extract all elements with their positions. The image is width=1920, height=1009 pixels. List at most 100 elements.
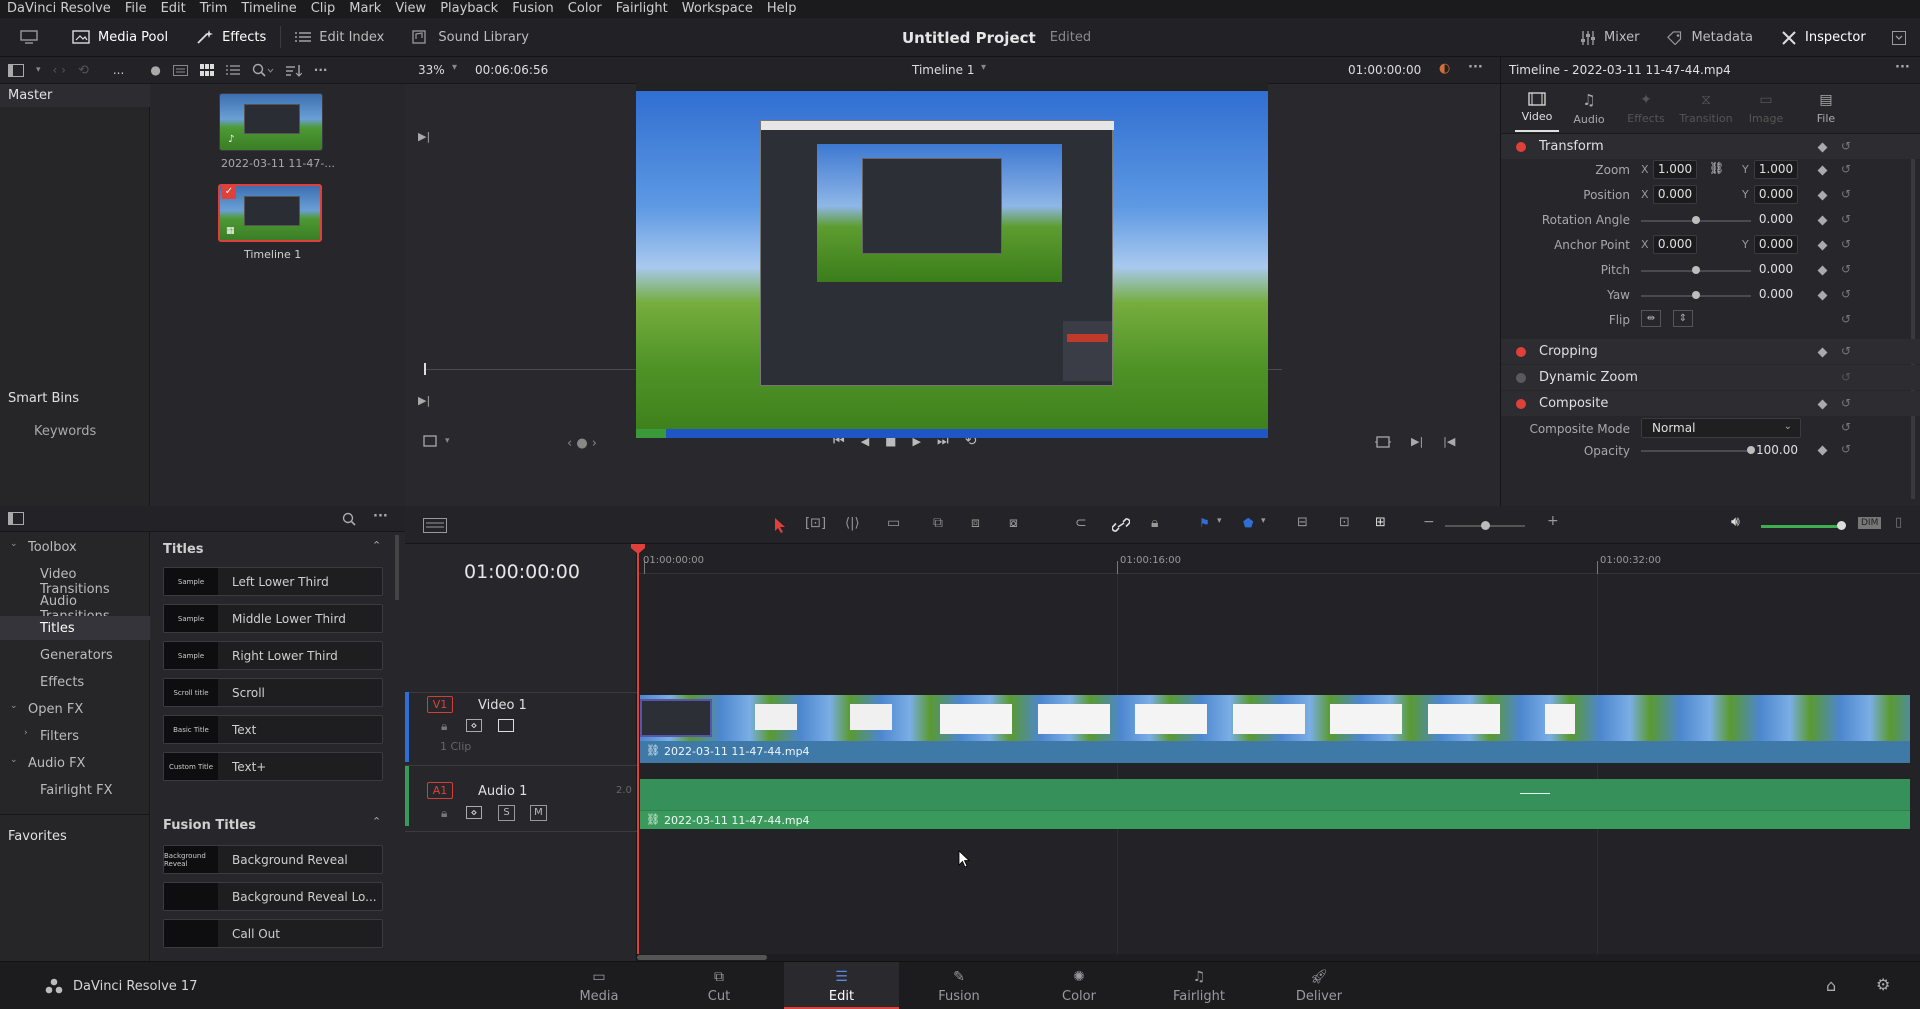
a1-destination-button[interactable]: A1 [427, 782, 453, 799]
volume-slider[interactable] [1761, 525, 1845, 528]
composite-reset-icon[interactable]: ↺ [1841, 396, 1851, 410]
timeline-view-options-icon[interactable] [423, 518, 447, 533]
page-color[interactable]: ✺ Color [1024, 962, 1134, 1009]
zoom-y-field[interactable]: 1.000 [1754, 160, 1798, 179]
anchor-keyframe-icon[interactable] [1817, 240, 1828, 251]
sort-icon[interactable] [285, 64, 302, 77]
favorites-header[interactable]: Favorites [8, 829, 67, 844]
sidebar-toggle-icon[interactable] [8, 63, 24, 77]
menu-edit[interactable]: Edit [154, 0, 193, 18]
menu-mark[interactable]: Mark [342, 0, 388, 18]
sound-library-button[interactable]: Sound Library [398, 18, 543, 57]
mute-button[interactable]: M [530, 805, 547, 821]
effects-search-icon[interactable] [342, 512, 356, 526]
yaw-keyframe-icon[interactable] [1817, 290, 1828, 301]
cropping-enable-toggle[interactable] [1516, 346, 1526, 357]
auto-select-audio-icon[interactable]: ⋄ [466, 806, 482, 819]
menu-clip[interactable]: Clip [304, 0, 343, 18]
title-item[interactable]: Scroll title Scroll [163, 678, 383, 707]
fusion-title-item[interactable]: Call Out [163, 919, 383, 948]
back-arrow-icon[interactable]: ‹ › [53, 63, 66, 77]
pitch-slider-knob[interactable] [1692, 266, 1700, 274]
trim-edit-icon[interactable]: [⊡] [805, 516, 826, 531]
anchor-reset-icon[interactable]: ↺ [1841, 237, 1851, 251]
marker-icon[interactable]: ⬟ [1243, 516, 1253, 530]
tab-video[interactable]: Video [1515, 84, 1559, 132]
track-visibility-icon[interactable] [498, 719, 514, 732]
audio-meter-icon[interactable]: ▯ [1895, 515, 1902, 530]
pitch-field[interactable]: 0.000 [1754, 260, 1798, 279]
title-item[interactable]: Sample Middle Lower Third [163, 604, 383, 633]
pitch-reset-icon[interactable]: ↺ [1841, 262, 1851, 276]
timeline-scrollbar[interactable] [637, 955, 767, 960]
prev-edit-icon[interactable]: |◀ [1443, 435, 1455, 448]
match-frame-icon[interactable] [1375, 435, 1391, 448]
fusion-collapse-chevron-icon[interactable]: ⌃ [372, 815, 381, 828]
viewer-more-icon[interactable]: ··· [1468, 60, 1483, 75]
page-deliver[interactable]: 🚀︎ Deliver [1264, 962, 1374, 1009]
chevron-down-icon[interactable]: ▾ [36, 65, 41, 75]
menu-workspace[interactable]: Workspace [675, 0, 760, 18]
yaw-field[interactable]: 0.000 [1754, 285, 1798, 304]
jump-end-icon[interactable]: ▶| [418, 394, 430, 407]
title-item[interactable]: Sample Right Lower Third [163, 641, 383, 670]
flip-reset-icon[interactable]: ↺ [1841, 312, 1851, 326]
tab-file[interactable]: ▤ File [1801, 84, 1851, 132]
inspector-button[interactable]: Inspector [1767, 18, 1880, 57]
composite-enable-toggle[interactable] [1516, 398, 1526, 409]
dynamic-zoom-section-header[interactable]: Dynamic Zoom [1501, 365, 1920, 390]
effects-more-icon[interactable]: ··· [373, 509, 388, 524]
flag-chevron-icon[interactable]: ▾ [1217, 516, 1222, 526]
next-edit-icon[interactable]: ▶| [1411, 435, 1423, 448]
color-sync-icon[interactable]: ◐ [1439, 61, 1450, 76]
menu-file[interactable]: File [118, 0, 154, 18]
tab-effects[interactable]: ✦ Effects [1621, 84, 1671, 132]
yaw-slider-knob[interactable] [1692, 291, 1700, 299]
composite-mode-reset-icon[interactable]: ↺ [1841, 420, 1851, 434]
snapping-icon[interactable]: ⊂ [1075, 515, 1087, 531]
bin-master[interactable]: Master [0, 84, 150, 107]
lock-audio-track-icon[interactable]: 🔒︎ [441, 806, 447, 821]
tab-audio[interactable]: ♫ Audio [1567, 84, 1611, 132]
search-icon[interactable] [252, 63, 274, 77]
speaker-icon[interactable]: 🔊︎ [1731, 514, 1740, 530]
zoom-chevron-icon[interactable]: ▾ [452, 62, 457, 73]
rotation-reset-icon[interactable]: ↺ [1841, 212, 1851, 226]
metadata-button[interactable]: Metadata [1653, 18, 1767, 57]
viewer-frame[interactable] [636, 82, 1268, 438]
smart-bin-keywords[interactable]: Keywords [34, 424, 96, 439]
menu-playback[interactable]: Playback [433, 0, 505, 18]
menu-color[interactable]: Color [561, 0, 609, 18]
opacity-slider[interactable] [1641, 450, 1751, 452]
workspace-layout-button[interactable] [0, 18, 58, 57]
playhead-marker-icon[interactable] [631, 544, 645, 554]
dim-button[interactable]: DIM [1858, 517, 1882, 529]
auto-select-icon[interactable]: ⋄ [466, 719, 482, 732]
home-icon[interactable]: ⌂ [1826, 976, 1836, 995]
tab-image[interactable]: ▭ Image [1741, 84, 1791, 132]
dynamic-zoom-enable-toggle[interactable] [1516, 372, 1526, 383]
position-x-field[interactable]: 0.000 [1653, 185, 1697, 204]
selection-pointer-icon[interactable] [773, 517, 787, 533]
lock-track-icon[interactable]: 🔒︎ [441, 719, 447, 734]
inspector-more-icon[interactable]: ··· [1895, 60, 1910, 75]
page-fairlight[interactable]: ♫ Fairlight [1144, 962, 1254, 1009]
tree-toolbox[interactable]: Toolbox [28, 540, 77, 555]
timeline-thumbnail[interactable]: ✓ ▦ [218, 184, 322, 242]
flip-vertical-button[interactable]: ⇕ [1673, 310, 1693, 327]
page-fusion[interactable]: ✎ Fusion [904, 962, 1014, 1009]
marker-chevron-icon[interactable]: ▾ [1261, 516, 1266, 526]
yaw-reset-icon[interactable]: ↺ [1841, 287, 1851, 301]
menu-timeline[interactable]: Timeline [234, 0, 303, 18]
anchor-x-field[interactable]: 0.000 [1653, 235, 1697, 254]
blade-edit-icon[interactable]: ▭ [887, 515, 900, 531]
toolbox-chevron-icon[interactable]: ⌄ [10, 539, 18, 549]
position-reset-icon[interactable]: ↺ [1841, 187, 1851, 201]
zoom-full-icon[interactable]: ⊟ [1297, 515, 1308, 530]
zoom-out-icon[interactable]: − [1423, 514, 1435, 530]
cropping-section-header[interactable]: Cropping [1501, 339, 1920, 364]
audio-fx-chevron-icon[interactable]: ⌄ [10, 755, 18, 765]
title-item[interactable]: Sample Left Lower Third [163, 567, 383, 596]
transform-reset-icon[interactable]: ↺ [1841, 139, 1851, 153]
edit-index-button[interactable]: Edit Index [281, 18, 398, 57]
